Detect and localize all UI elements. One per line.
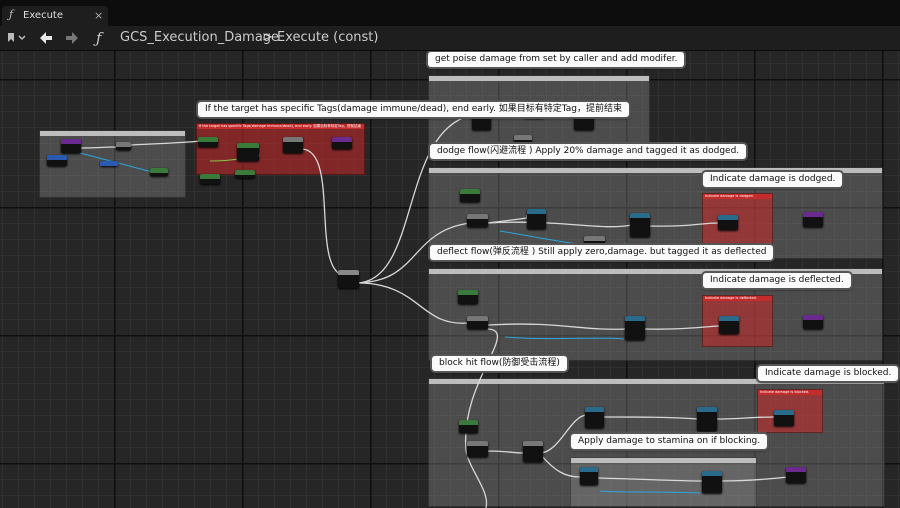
function-node[interactable] [116,142,131,150]
variable-node[interactable] [100,161,118,166]
branch-node[interactable] [467,316,488,329]
reroute-node[interactable] [514,135,532,142]
comment-bubble-poise[interactable]: get poise damage from set by caller and … [428,52,685,67]
breadcrumb-graph[interactable]: GCS_Execution_Damage [120,28,279,48]
function-node[interactable] [527,209,546,229]
bookmark-dropdown-button[interactable] [4,28,30,48]
comment-bubble-tags[interactable]: If the target has specific Tags(damage i… [198,102,630,117]
getter-node[interactable] [459,420,478,433]
branch-node[interactable] [283,137,303,153]
struct-node[interactable] [786,467,806,483]
comment-bubble-dodge[interactable]: dodge flow(闪避流程 ) Apply 20% damage and t… [430,144,747,159]
add-tag-node[interactable] [718,215,738,230]
add-tag-node[interactable] [774,410,794,426]
has-tag-node[interactable] [198,137,218,147]
toolbar: ƒ GCS_Execution_Damage > Execute (const) [0,26,900,51]
arrow-right-icon[interactable] [63,28,81,48]
tab-bar: ƒ Execute × [0,0,900,26]
function-node[interactable] [630,213,650,237]
function-node[interactable] [237,143,259,161]
struct-node[interactable] [332,137,352,149]
add-tag-node[interactable] [719,316,739,334]
breadcrumb-function[interactable]: Execute (const) [277,28,378,48]
getter-node[interactable] [458,290,478,304]
getter-node[interactable] [235,170,255,178]
comment-bubble-dodged[interactable]: Indicate damage is dodged. [703,172,843,187]
event-node[interactable] [61,139,81,153]
branch-node[interactable] [467,441,488,457]
multiply-node[interactable] [584,236,605,245]
comment-bubble-deflect[interactable]: deflect flow(弹反流程 ) Still apply zero,dam… [430,245,774,260]
function-icon: ƒ [96,29,102,47]
comment-bubble-block[interactable]: block hit flow(防御受击流程) [432,356,567,371]
breadcrumb-separator: > [262,30,273,45]
tab-label: Execute [23,10,63,21]
arrow-left-icon[interactable] [37,28,55,48]
comment-bubble-deflected[interactable]: Indicate damage is deflected. [703,273,851,288]
tab-execute[interactable]: ƒ Execute × [2,6,108,26]
function-icon: ƒ [9,8,14,21]
close-icon[interactable]: × [94,9,103,22]
getter-node[interactable] [460,189,480,202]
getter-node[interactable] [200,174,220,184]
function-node[interactable] [625,316,645,340]
branch-node[interactable] [523,441,543,462]
sequence-node[interactable] [338,270,359,288]
comment-bubble-stamina[interactable]: Apply damage to stamina on if blocking. [571,434,768,449]
function-node[interactable] [585,407,604,428]
function-node[interactable] [702,471,722,493]
branch-node[interactable] [150,168,168,176]
function-node[interactable] [697,407,717,431]
branch-node[interactable] [467,214,488,227]
comment-bubble-blocked[interactable]: Indicate damage is blocked. [758,366,899,381]
function-node[interactable] [580,467,598,485]
struct-node[interactable] [803,315,823,329]
getter-node[interactable] [47,155,67,166]
struct-node[interactable] [803,212,823,227]
blueprint-graph[interactable]: If the target has specific Tags(damage i… [0,51,900,508]
